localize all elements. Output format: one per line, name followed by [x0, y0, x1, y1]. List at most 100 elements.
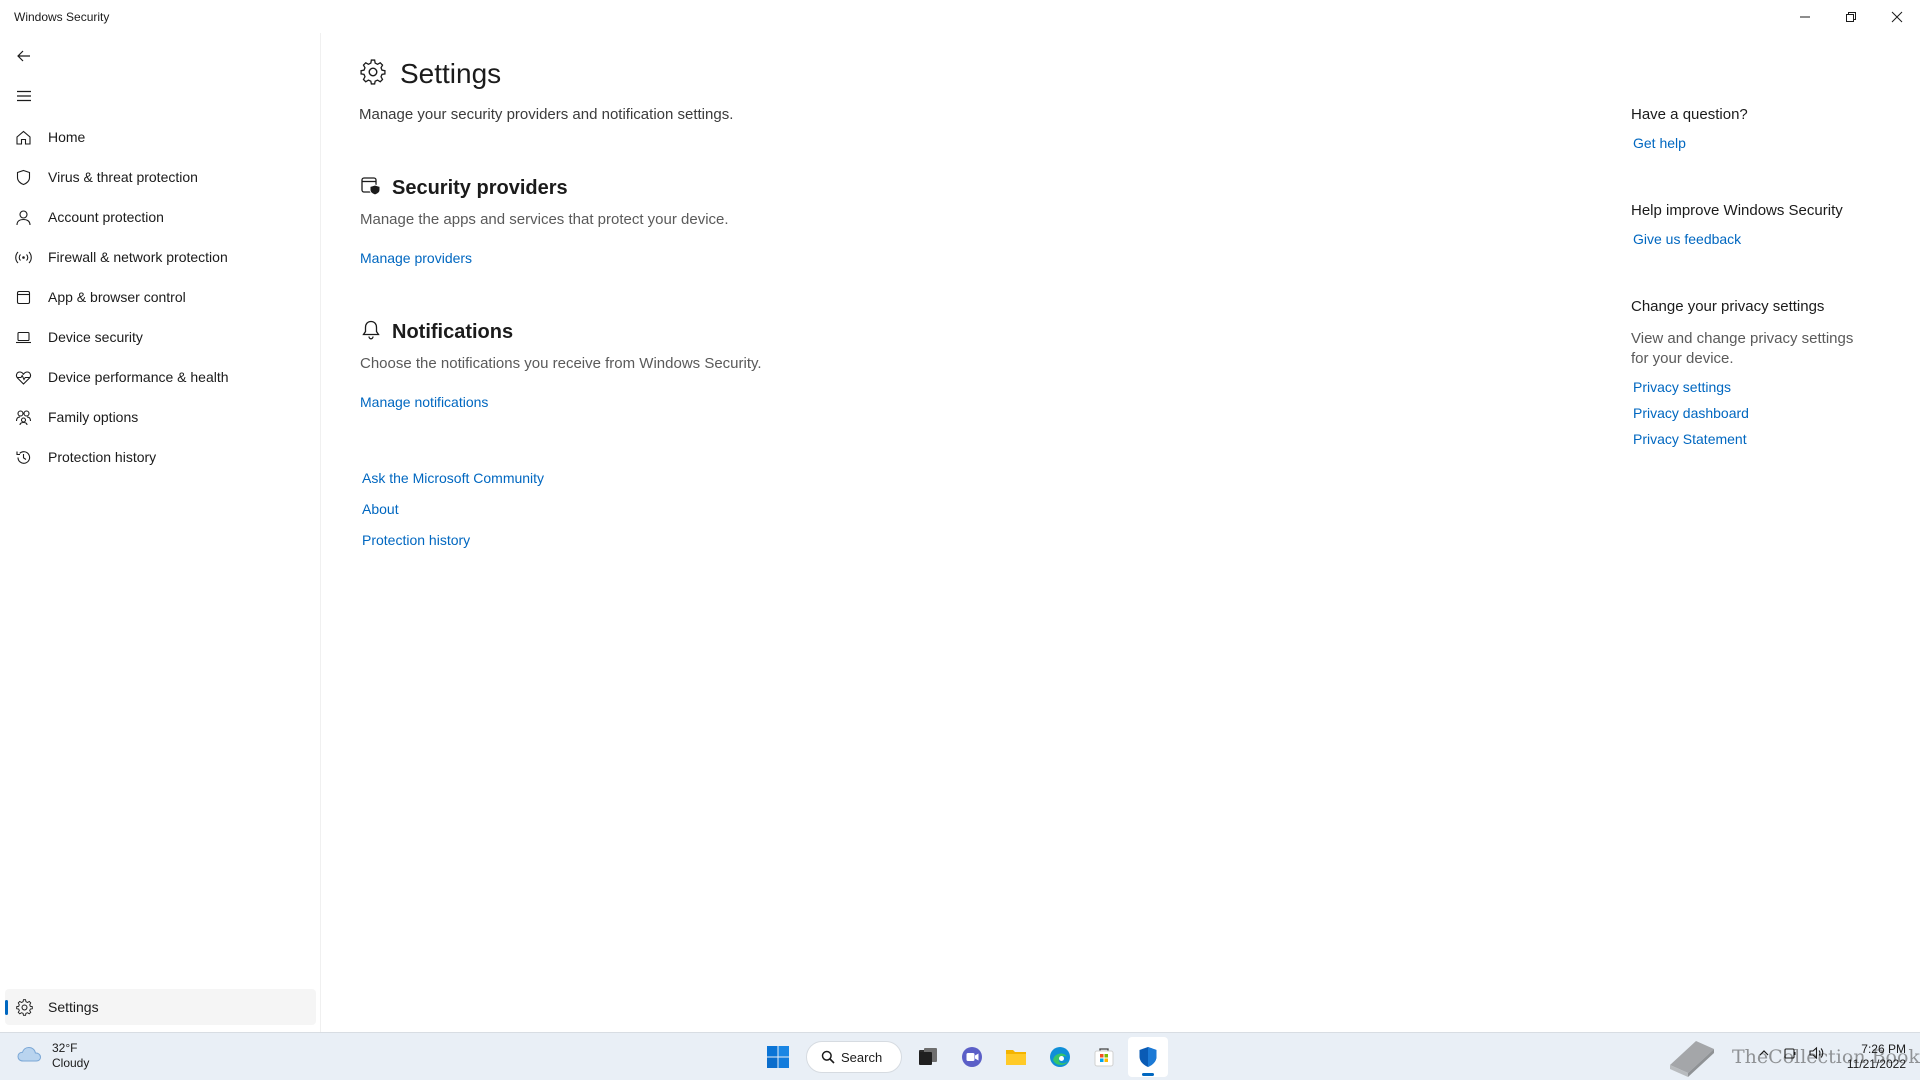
sidebar-item-label: Firewall & network protection — [48, 249, 228, 265]
sidebar-item-device-security[interactable]: Device security — [0, 317, 321, 357]
privacy-block: Change your privacy settings View and ch… — [1631, 298, 1861, 447]
sidebar-item-device-performance[interactable]: Device performance & health — [0, 357, 321, 397]
main-content: Settings Manage your security providers … — [322, 33, 1612, 1032]
person-icon — [15, 209, 32, 226]
windows-security-shield-icon — [1139, 1047, 1157, 1067]
back-button[interactable] — [8, 40, 40, 72]
security-providers-icon — [360, 175, 382, 202]
windows-security-window: Windows Security Home Virus & threat pro… — [0, 0, 1920, 1032]
sidebar-item-protection-history[interactable]: Protection history — [0, 437, 321, 477]
windows-security-taskbar-button[interactable] — [1128, 1037, 1168, 1077]
sidebar-item-label: Virus & threat protection — [48, 169, 198, 185]
privacy-description: View and change privacy settings for you… — [1631, 330, 1854, 367]
shield-icon — [15, 169, 32, 186]
hamburger-icon — [17, 90, 31, 102]
back-arrow-icon — [17, 50, 30, 62]
selection-indicator — [5, 1000, 8, 1015]
weather-temp: 32°F — [52, 1041, 78, 1055]
have-a-question-block: Have a question? Get help — [1631, 106, 1748, 151]
privacy-settings-link[interactable]: Privacy settings — [1633, 379, 1861, 395]
search-icon — [821, 1050, 835, 1064]
weather-text: 32°F Cloudy — [52, 1041, 89, 1071]
section-title: Notifications — [392, 321, 514, 343]
get-help-link[interactable]: Get help — [1633, 135, 1748, 151]
sidebar: Home Virus & threat protection Account p… — [0, 33, 321, 1032]
section-description: Manage the apps and services that protec… — [360, 211, 729, 228]
volume-icon[interactable] — [1808, 1045, 1824, 1061]
task-view-button[interactable] — [908, 1037, 948, 1077]
manage-notifications-link[interactable]: Manage notifications — [360, 394, 762, 410]
sidebar-item-firewall[interactable]: Firewall & network protection — [0, 237, 321, 277]
gear-icon — [360, 58, 386, 90]
battery-icon[interactable] — [1782, 1045, 1798, 1061]
sidebar-item-settings[interactable]: Settings — [5, 989, 316, 1025]
protection-history-link[interactable]: Protection history — [362, 532, 544, 563]
sidebar-item-family[interactable]: Family options — [0, 397, 321, 437]
minimize-button[interactable] — [1782, 0, 1828, 33]
clock-time: 7:26 PM — [1861, 1042, 1906, 1056]
weather-widget[interactable]: 32°F Cloudy — [16, 1041, 89, 1071]
privacy-statement-link[interactable]: Privacy Statement — [1633, 431, 1861, 447]
cloud-icon — [16, 1044, 44, 1069]
security-providers-section: Security providers Manage the apps and s… — [360, 175, 729, 266]
taskbar: 32°F Cloudy Search TheCollection Book 7:… — [0, 1032, 1920, 1080]
sidebar-item-label: Device performance & health — [48, 369, 229, 385]
restore-icon — [1846, 11, 1856, 22]
store-icon — [1094, 1048, 1114, 1067]
folder-icon — [1006, 1050, 1026, 1065]
section-header: Notifications — [360, 319, 762, 346]
sidebar-nav: Home Virus & threat protection Account p… — [0, 117, 321, 477]
section-title: Security providers — [392, 177, 568, 199]
privacy-dashboard-link[interactable]: Privacy dashboard — [1633, 405, 1861, 421]
book-logo-icon — [1670, 1041, 1714, 1077]
teams-chat-button[interactable] — [952, 1037, 992, 1077]
minimize-icon — [1800, 16, 1810, 17]
sidebar-item-home[interactable]: Home — [0, 117, 321, 157]
section-description: Choose the notifications you receive fro… — [360, 355, 762, 372]
window-title: Windows Security — [14, 10, 110, 24]
weather-desc: Cloudy — [52, 1056, 90, 1070]
sidebar-item-label: Home — [48, 129, 86, 145]
question-heading: Have a question? — [1631, 106, 1748, 123]
store-button[interactable] — [1084, 1037, 1124, 1077]
app-window-icon — [15, 289, 32, 306]
sidebar-item-label: App & browser control — [48, 289, 186, 305]
manage-providers-link[interactable]: Manage providers — [360, 250, 729, 266]
sidebar-item-label: Settings — [48, 999, 99, 1015]
family-icon — [15, 409, 32, 426]
sidebar-item-label: Protection history — [48, 449, 157, 465]
search-label: Search — [841, 1049, 883, 1065]
help-improve-block: Help improve Windows Security Give us fe… — [1631, 202, 1843, 247]
ask-community-link[interactable]: Ask the Microsoft Community — [362, 470, 544, 501]
heart-pulse-icon — [15, 369, 32, 386]
sidebar-item-label: Account protection — [48, 209, 164, 225]
edge-button[interactable] — [1040, 1037, 1080, 1077]
hamburger-menu-button[interactable] — [8, 80, 40, 112]
gear-icon — [16, 999, 33, 1016]
chevron-up-icon[interactable] — [1756, 1045, 1772, 1061]
close-icon — [1891, 11, 1903, 22]
sidebar-item-label: Family options — [48, 409, 139, 425]
taskbar-search[interactable]: Search — [806, 1041, 902, 1073]
privacy-heading: Change your privacy settings — [1631, 298, 1825, 315]
restore-button[interactable] — [1828, 0, 1874, 33]
sidebar-item-account[interactable]: Account protection — [0, 197, 321, 237]
about-link[interactable]: About — [362, 501, 544, 532]
sidebar-item-virus-threat[interactable]: Virus & threat protection — [0, 157, 321, 197]
laptop-icon — [15, 329, 32, 346]
give-feedback-link[interactable]: Give us feedback — [1633, 231, 1843, 247]
file-explorer-button[interactable] — [996, 1037, 1036, 1077]
improve-heading: Help improve Windows Security — [1631, 202, 1843, 219]
page-header: Settings — [360, 58, 501, 90]
task-view-icon — [919, 1048, 937, 1065]
page-description: Manage your security providers and notif… — [359, 106, 734, 123]
wifi-antenna-icon — [15, 249, 32, 266]
taskbar-clock[interactable]: 7:26 PM 11/21/2022 — [1830, 1042, 1906, 1072]
start-button[interactable] — [758, 1037, 798, 1077]
close-button[interactable] — [1874, 0, 1920, 33]
section-header: Security providers — [360, 175, 729, 202]
clock-date: 11/21/2022 — [1846, 1057, 1906, 1071]
sidebar-item-label: Device security — [48, 329, 143, 345]
system-tray — [1756, 1045, 1834, 1061]
sidebar-item-app-browser[interactable]: App & browser control — [0, 277, 321, 317]
